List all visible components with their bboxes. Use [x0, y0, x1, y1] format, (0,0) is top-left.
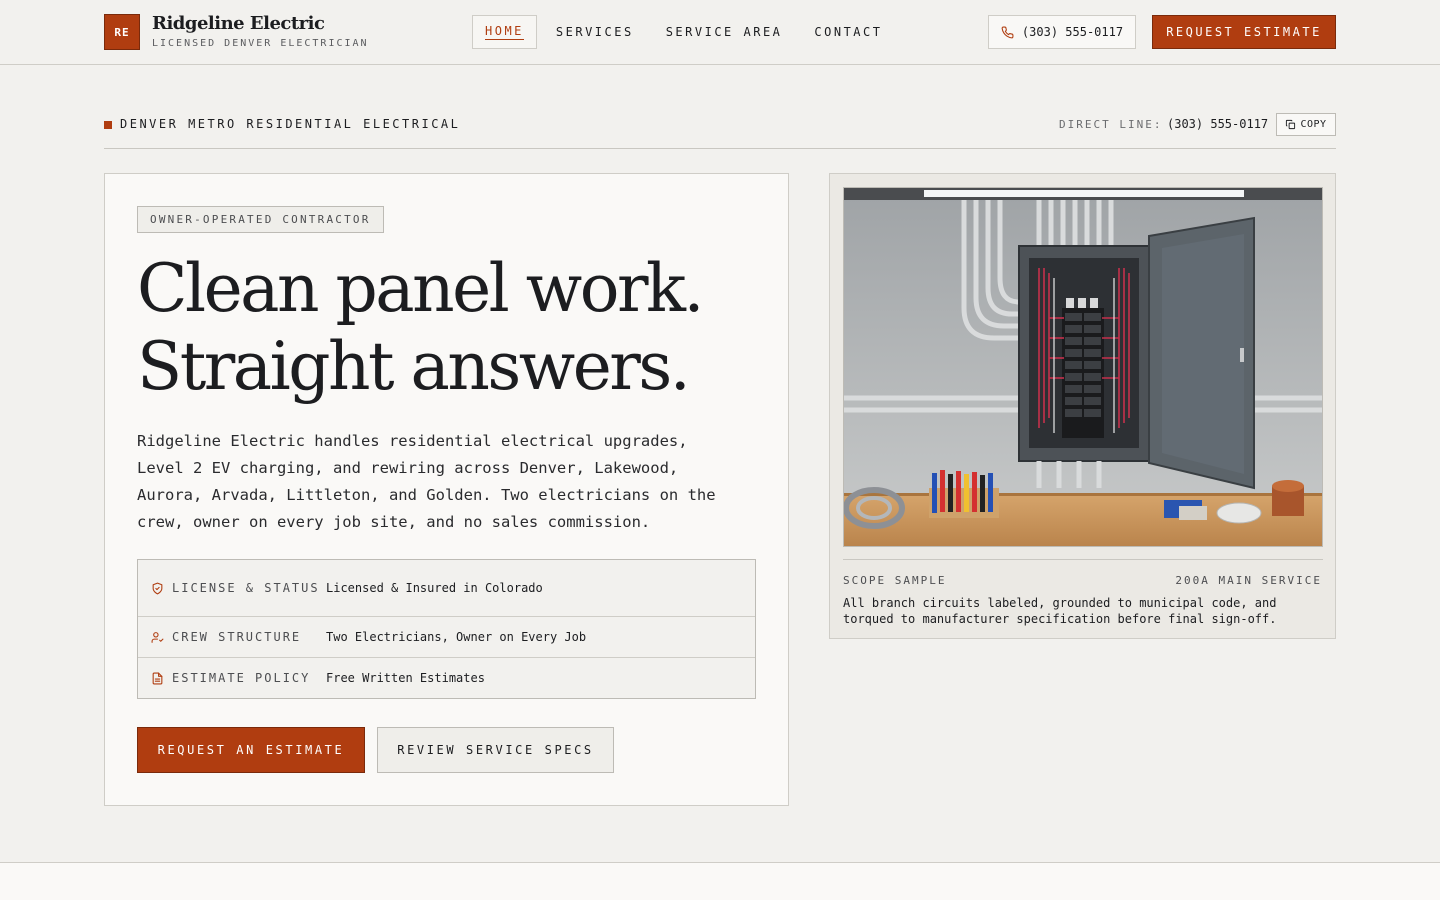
request-estimate-button[interactable]: REQUEST ESTIMATE: [1152, 15, 1336, 49]
spec-label: LICENSE & STATUS: [172, 581, 320, 595]
spec-label: ESTIMATE POLICY: [172, 671, 311, 685]
copy-icon: [1286, 119, 1296, 130]
copy-phone-button[interactable]: COPY: [1276, 113, 1336, 136]
headline-line-1: Clean panel work.: [137, 250, 705, 327]
caption-divider: [843, 559, 1323, 560]
brand-name[interactable]: Ridgeline Electric: [152, 13, 325, 34]
site-header: RE Ridgeline Electric LICENSED DENVER EL…: [0, 0, 1440, 65]
phone-button[interactable]: (303) 555-0117: [988, 15, 1136, 49]
spec-value: Free Written Estimates: [326, 671, 485, 685]
scope-spec: 200A MAIN SERVICE: [1175, 574, 1322, 587]
nav-contact[interactable]: CONTACT: [801, 15, 895, 49]
copy-label: COPY: [1300, 119, 1327, 130]
spec-row-crew: CREW STRUCTURE Two Electricians, Owner o…: [138, 617, 755, 658]
brand-tagline: LICENSED DENVER ELECTRICIAN: [152, 38, 369, 49]
nav-service-area[interactable]: SERVICE AREA: [653, 15, 796, 49]
nav-home[interactable]: HOME: [472, 15, 537, 49]
nav-services[interactable]: SERVICES: [543, 15, 647, 49]
phone-icon: [1001, 26, 1014, 38]
direct-line-number: (303) 555-0117: [1167, 117, 1269, 131]
headline-line-2: Straight answers.: [137, 328, 691, 405]
spec-value: Two Electricians, Owner on Every Job: [326, 630, 587, 644]
accent-square: [104, 121, 112, 129]
next-section-edge: [0, 862, 1440, 900]
spec-row-license: LICENSE & STATUS Licensed & Insured in C…: [138, 560, 755, 617]
hero-description: Ridgeline Electric handles residential e…: [137, 432, 716, 531]
contractor-tag: OWNER-OPERATED CONTRACTOR: [137, 206, 384, 233]
review-service-specs-button[interactable]: REVIEW SERVICE SPECS: [377, 727, 614, 773]
logo-mark[interactable]: RE: [104, 14, 140, 50]
hero-headline: Clean panel work. Straight answers.: [137, 250, 777, 406]
document-icon: [152, 672, 162, 684]
spec-value: Licensed & Insured in Colorado: [326, 581, 543, 595]
scope-label: SCOPE SAMPLE: [843, 574, 947, 587]
section-eyebrow: DENVER METRO RESIDENTIAL ELECTRICAL: [120, 117, 461, 131]
spec-table: LICENSE & STATUS Licensed & Insured in C…: [137, 559, 756, 699]
phone-number: (303) 555-0117: [1021, 25, 1124, 39]
hero-card: OWNER-OPERATED CONTRACTOR Clean panel wo…: [104, 173, 789, 806]
divider: [104, 148, 1336, 149]
spec-row-estimate: ESTIMATE POLICY Free Written Estimates: [138, 658, 755, 698]
request-an-estimate-button[interactable]: REQUEST AN ESTIMATE: [137, 727, 365, 773]
direct-line-label: DIRECT LINE:: [1059, 118, 1163, 131]
shield-check-icon: [152, 582, 162, 594]
scope-caption: All branch circuits labeled, grounded to…: [843, 596, 1277, 626]
user-check-icon: [151, 631, 163, 643]
electrical-panel-photo: [843, 187, 1323, 547]
scope-sample-card: SCOPE SAMPLE 200A MAIN SERVICE All branc…: [829, 173, 1336, 639]
panel-illustration: [844, 188, 1322, 546]
main-nav: HOME SERVICES SERVICE AREA CONTACT: [472, 15, 901, 49]
spec-label: CREW STRUCTURE: [172, 630, 302, 644]
